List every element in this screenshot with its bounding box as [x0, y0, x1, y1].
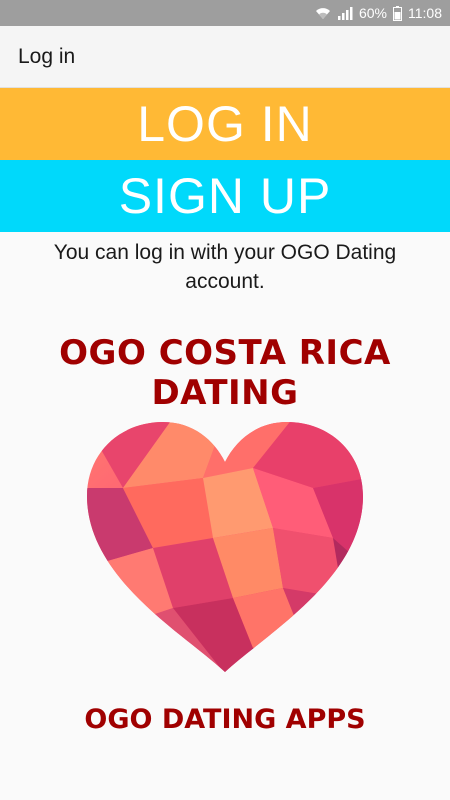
clock: 11:08: [408, 5, 442, 21]
battery-percent: 60%: [358, 5, 387, 21]
battery-icon: [393, 5, 402, 21]
login-button[interactable]: LOG IN: [0, 88, 450, 160]
login-info-text: You can log in with your OGO Dating acco…: [53, 241, 397, 293]
heart-icon: [83, 418, 367, 674]
app-bar: Log in: [0, 26, 450, 88]
wifi-icon: [315, 6, 331, 20]
status-bar: 60% 11:08: [0, 0, 450, 26]
signal-icon: [337, 6, 353, 20]
page-title: Log in: [18, 44, 76, 68]
signup-button[interactable]: SIGN UP: [0, 160, 450, 232]
brand-footer: OGO DATING APPS: [84, 704, 366, 735]
brand-title: OGO COSTA RICA DATING: [59, 333, 391, 413]
